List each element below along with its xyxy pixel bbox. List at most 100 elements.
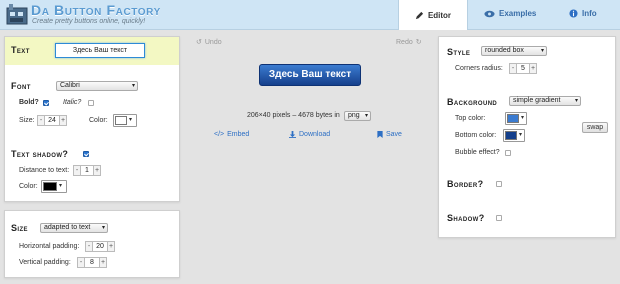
button-text-input[interactable]: Здесь Ваш текст [55, 43, 145, 58]
bottom-color-swatch [505, 131, 517, 140]
italic-label: Italic? [63, 99, 82, 106]
size-mode-value: adapted to text [44, 224, 91, 231]
redo-icon: ↻ [415, 39, 422, 46]
corners-radius-stepper[interactable]: - 5 + [509, 63, 537, 74]
vertical-padding-value[interactable]: 8 [85, 257, 99, 268]
shadow-distance-increment[interactable]: + [93, 165, 101, 176]
background-mode-value: simple gradient [513, 97, 561, 104]
font-section-title: Font [11, 81, 31, 91]
chevron-down-icon: ▾ [59, 183, 63, 189]
shadow-distance-decrement[interactable]: - [73, 165, 81, 176]
app-subtitle: Create pretty buttons online, quickly! [32, 18, 146, 25]
embed-label: Embed [227, 131, 250, 138]
box-shadow-checkbox[interactable] [496, 215, 502, 221]
font-size-decrement[interactable]: - [37, 115, 45, 126]
bookmark-icon [377, 131, 383, 138]
vertical-padding-stepper[interactable]: - 8 + [77, 257, 107, 268]
bubble-effect-label: Bubble effect? [455, 149, 500, 156]
corners-radius-decrement[interactable]: - [509, 63, 517, 74]
tab-examples-label: Examples [499, 9, 537, 18]
horizontal-padding-stepper[interactable]: - 20 + [85, 241, 115, 252]
save-label: Save [386, 131, 402, 138]
download-label: Download [299, 131, 331, 138]
format-value: png [348, 112, 360, 119]
download-link[interactable]: Download [289, 131, 330, 138]
shadow-color-swatch [43, 182, 57, 191]
app-title[interactable]: Da Button Factory [31, 2, 161, 18]
style-value: rounded box [485, 47, 524, 54]
chevron-down-icon: ▾ [521, 115, 525, 121]
eye-icon [484, 10, 495, 17]
vertical-padding-label: Vertical padding: [19, 259, 71, 266]
font-size-value[interactable]: 24 [45, 115, 59, 126]
bold-label: Bold? [19, 99, 39, 106]
shadow-color-picker[interactable]: ▾ [41, 180, 67, 193]
style-section-title: Style [447, 47, 471, 57]
vertical-padding-increment[interactable]: + [99, 257, 107, 268]
size-mode-select[interactable]: adapted to text ▾ [40, 223, 108, 233]
corners-radius-label: Corners radius: [455, 65, 503, 72]
font-color-picker[interactable]: ▾ [113, 114, 137, 127]
font-select-value: Calibri [60, 82, 80, 89]
save-link[interactable]: Save [377, 131, 402, 138]
size-section-title: Size [11, 223, 28, 233]
horizontal-padding-increment[interactable]: + [107, 241, 115, 252]
style-select[interactable]: rounded box ▾ [481, 46, 547, 56]
horizontal-padding-label: Horizontal padding: [19, 243, 80, 250]
chevron-down-icon: ▾ [540, 48, 544, 54]
font-select[interactable]: Calibri ▾ [56, 81, 138, 91]
redo-button[interactable]: Redo ↻ [396, 38, 422, 47]
shadow-distance-stepper[interactable]: - 1 + [73, 165, 101, 176]
embed-link[interactable]: </> Embed [214, 131, 249, 138]
redo-label: Redo [396, 38, 413, 46]
swap-colors-button[interactable]: swap [582, 122, 608, 133]
font-size-stepper[interactable]: - 24 + [37, 115, 67, 126]
vertical-padding-decrement[interactable]: - [77, 257, 85, 268]
text-shadow-checkbox[interactable] [83, 151, 89, 157]
corners-radius-value[interactable]: 5 [517, 63, 529, 74]
top-color-swatch [507, 114, 519, 123]
bold-checkbox[interactable] [43, 100, 49, 106]
shadow-distance-value[interactable]: 1 [81, 165, 93, 176]
top-color-label: Top color: [455, 115, 486, 122]
text-font-panel: Text Здесь Ваш текст Font Calibri ▾ Bold?… [4, 36, 180, 202]
text-section-title: Text [11, 45, 30, 55]
size-label: Size: [19, 117, 35, 124]
tab-editor-label: Editor [427, 10, 452, 20]
button-preview[interactable]: Здесь Ваш текст [259, 64, 361, 86]
corners-radius-increment[interactable]: + [529, 63, 537, 74]
horizontal-padding-decrement[interactable]: - [85, 241, 93, 252]
undo-label: Undo [204, 38, 222, 46]
border-checkbox[interactable] [496, 181, 502, 187]
chevron-down-icon: ▾ [519, 132, 523, 138]
chevron-down-icon: ▾ [364, 113, 368, 119]
background-mode-select[interactable]: simple gradient ▾ [509, 96, 581, 106]
bottom-color-label: Bottom color: [455, 132, 497, 139]
font-color-swatch [115, 116, 127, 125]
italic-checkbox[interactable] [88, 100, 94, 106]
pencil-icon [415, 11, 424, 19]
undo-button[interactable]: ↺ Undo [196, 38, 222, 47]
chevron-down-icon: ▾ [131, 83, 135, 89]
horizontal-padding-value[interactable]: 20 [93, 241, 107, 252]
border-section-title: Border? [447, 179, 484, 189]
bottom-color-picker[interactable]: ▾ [503, 129, 525, 142]
tab-info-label: Info [582, 9, 597, 18]
text-shadow-section-title: Text shadow? [11, 149, 69, 159]
size-panel: Size adapted to text ▾ Horizontal padding… [4, 210, 180, 278]
undo-icon: ↺ [196, 39, 202, 46]
bubble-effect-checkbox[interactable] [505, 150, 511, 156]
shadow-section-title: Shadow? [447, 213, 485, 223]
tab-examples[interactable]: Examples [484, 0, 536, 27]
info-icon [569, 9, 578, 18]
tab-info[interactable]: Info [569, 0, 597, 27]
font-size-increment[interactable]: + [59, 115, 67, 126]
tab-editor[interactable]: Editor [398, 0, 468, 30]
format-select[interactable]: png ▾ [344, 111, 371, 121]
shadow-color-label: Color: [19, 183, 38, 190]
background-section-title: Background [447, 97, 498, 107]
top-color-picker[interactable]: ▾ [505, 112, 527, 125]
chevron-down-icon: ▾ [129, 117, 133, 123]
chevron-down-icon: ▾ [101, 225, 105, 231]
style-panel: Style rounded box ▾ Corners radius: - 5 +… [438, 36, 616, 238]
